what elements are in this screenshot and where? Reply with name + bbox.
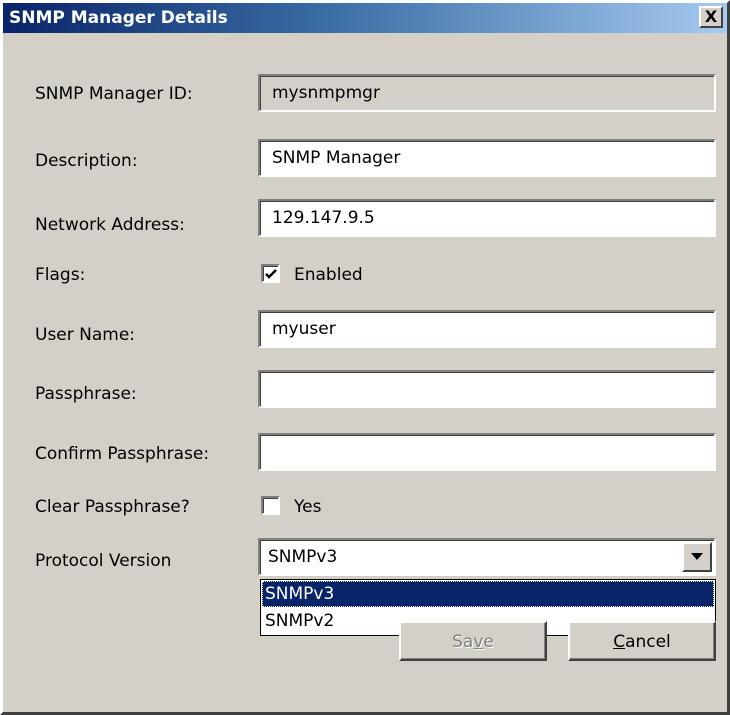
manager-id-label: SNMP Manager ID: bbox=[35, 84, 193, 104]
close-icon: X bbox=[704, 7, 718, 26]
save-label-mnemonic: v bbox=[473, 632, 484, 652]
cancel-button[interactable]: Cancel bbox=[568, 621, 716, 661]
chevron-down-icon bbox=[691, 553, 703, 560]
save-label-pre: Sa bbox=[452, 632, 474, 652]
enabled-option-label[interactable]: Enabled bbox=[294, 265, 363, 285]
clear-passphrase-option-label[interactable]: Yes bbox=[294, 497, 321, 517]
user-name-input[interactable]: myuser bbox=[258, 310, 716, 348]
manager-id-value: mysnmpmgr bbox=[272, 83, 380, 103]
clear-passphrase-label: Clear Passphrase? bbox=[35, 497, 190, 517]
confirm-passphrase-input[interactable] bbox=[258, 433, 716, 471]
save-button[interactable]: Save bbox=[399, 621, 547, 661]
title-bar[interactable]: SNMP Manager Details X bbox=[3, 3, 727, 33]
protocol-version-value: SNMPv3 bbox=[268, 547, 338, 567]
passphrase-input[interactable] bbox=[258, 370, 716, 408]
network-address-input[interactable]: 129.147.9.5 bbox=[258, 199, 716, 237]
cancel-label-mnemonic: C bbox=[613, 632, 626, 652]
manager-id-field: mysnmpmgr bbox=[258, 74, 716, 112]
checkmark-icon bbox=[265, 269, 277, 279]
window-title: SNMP Manager Details bbox=[9, 8, 228, 28]
cancel-label-post: ancel bbox=[625, 632, 671, 652]
description-label: Description: bbox=[35, 151, 138, 171]
dropdown-arrow-button[interactable] bbox=[682, 542, 712, 572]
save-label-post: e bbox=[483, 632, 494, 652]
description-input[interactable]: SNMP Manager bbox=[258, 139, 716, 177]
user-name-label: User Name: bbox=[35, 325, 136, 345]
protocol-version-label: Protocol Version bbox=[35, 551, 172, 571]
description-value: SNMP Manager bbox=[272, 148, 401, 168]
network-address-label: Network Address: bbox=[35, 215, 185, 235]
flags-label: Flags: bbox=[35, 265, 86, 285]
protocol-version-select[interactable]: SNMPv3 bbox=[258, 538, 716, 576]
snmp-manager-details-dialog: SNMP Manager Details X SNMP Manager ID: … bbox=[0, 0, 730, 715]
user-name-value: myuser bbox=[272, 319, 336, 339]
passphrase-label: Passphrase: bbox=[35, 384, 137, 404]
enabled-checkbox[interactable] bbox=[261, 264, 280, 283]
clear-passphrase-checkbox[interactable] bbox=[261, 496, 280, 515]
close-button[interactable]: X bbox=[699, 6, 723, 28]
network-address-value: 129.147.9.5 bbox=[272, 208, 375, 228]
confirm-passphrase-label: Confirm Passphrase: bbox=[35, 444, 210, 464]
option-snmpv3[interactable]: SNMPv3 bbox=[262, 581, 714, 607]
